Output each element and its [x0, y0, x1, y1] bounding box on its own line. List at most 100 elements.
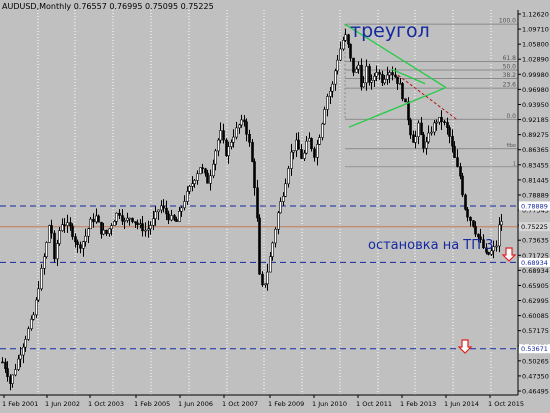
- candle-body: [284, 183, 287, 197]
- candle-body: [313, 148, 316, 158]
- candle-body: [303, 152, 306, 159]
- candle-body: [464, 194, 467, 210]
- time-tick-label: 1 Jun 2014: [444, 400, 479, 408]
- price-tick-label: 0.99980: [522, 71, 549, 79]
- candle-body: [373, 75, 376, 81]
- candle-body: [342, 40, 345, 50]
- candle-body: [217, 139, 220, 152]
- candle-body: [433, 122, 436, 133]
- candle-body: [243, 119, 246, 123]
- candle-body: [193, 180, 196, 184]
- candle-body: [344, 34, 347, 41]
- candle-body: [4, 361, 7, 369]
- fibo-extension-label: 1: [513, 161, 516, 167]
- candle-body: [53, 232, 56, 260]
- time-tick-label: 1 Oct 2003: [88, 400, 124, 408]
- candle-body: [40, 268, 43, 290]
- candle-body: [279, 201, 282, 214]
- candle-body: [113, 221, 116, 226]
- candle-body: [219, 130, 222, 141]
- candle-body: [183, 201, 186, 209]
- candle-body: [310, 138, 313, 150]
- price-tick-label: 0.73635: [522, 237, 549, 245]
- candle-body: [225, 139, 228, 156]
- candle-body: [461, 175, 464, 196]
- candle-body: [110, 225, 113, 230]
- triangle-annotation: треугол: [350, 20, 430, 42]
- candle-body: [407, 101, 410, 121]
- candle-body: [495, 245, 498, 248]
- candle-body: [282, 195, 285, 202]
- candle-body: [186, 191, 189, 202]
- price-tick-label: 1.02890: [522, 56, 549, 64]
- candle-body: [443, 121, 446, 123]
- candle-body: [318, 137, 321, 145]
- price-tick-label: 0.93950: [522, 101, 549, 109]
- candle-body: [100, 221, 103, 235]
- price-tick-label: 0.89275: [522, 131, 549, 139]
- candle-body: [248, 133, 251, 143]
- price-tick-label: 0.86365: [522, 146, 549, 154]
- candle-body: [118, 212, 121, 216]
- candle-body: [420, 122, 423, 136]
- candle-body: [253, 161, 256, 189]
- candle-body: [214, 150, 217, 165]
- candle-body: [316, 144, 319, 158]
- candle-body: [84, 235, 87, 242]
- candle-body: [24, 339, 27, 348]
- price-tick-label: 0.46495: [522, 388, 549, 396]
- candle-body: [269, 256, 272, 273]
- candle-body: [50, 225, 53, 234]
- candle-body: [329, 90, 332, 97]
- time-tick-label: 1 Feb 2001: [2, 400, 38, 408]
- candle-body: [141, 223, 144, 232]
- time-tick-label: 1 Oct 2011: [356, 400, 392, 408]
- candle-body: [147, 228, 150, 231]
- candle-body: [401, 83, 404, 100]
- candle-body: [173, 215, 176, 220]
- candle-body: [251, 142, 254, 162]
- candle-body: [115, 212, 118, 222]
- candle-body: [258, 217, 261, 275]
- candle-body: [498, 224, 501, 247]
- candle-body: [362, 82, 365, 88]
- candle-body: [388, 72, 391, 76]
- candle-body: [435, 121, 438, 124]
- price-chart[interactable]: 100.0 61.8 50.038.2 23.6 0.0 fibo 1 1.12620 1.09…: [0, 0, 550, 413]
- candle-body: [144, 229, 147, 232]
- time-tick-label: 1 Feb 2009: [268, 400, 304, 408]
- candle-body: [63, 224, 66, 226]
- candle-body: [154, 211, 157, 219]
- candle-body: [414, 136, 417, 143]
- fibo-level-label: 50.0: [503, 64, 517, 71]
- candle-body: [331, 83, 334, 92]
- candle-body: [271, 242, 274, 257]
- candle-body: [321, 123, 324, 138]
- candle-body: [37, 288, 40, 301]
- candle-body: [126, 217, 129, 221]
- fibo-level-label: 0.0: [506, 113, 516, 120]
- candle-body: [35, 299, 38, 316]
- candle-body: [95, 215, 98, 223]
- level-price-label: 0.78889: [521, 202, 548, 210]
- candle-body: [425, 141, 428, 149]
- candle-body: [404, 98, 407, 103]
- candle-body: [227, 146, 230, 156]
- price-tick-label: 0.81445: [522, 176, 549, 184]
- candle-body: [472, 220, 475, 227]
- candle-body: [456, 157, 459, 167]
- candle-body: [339, 48, 342, 61]
- candle-body: [87, 228, 90, 237]
- price-tick-label: 1.12620: [522, 11, 549, 19]
- candle-body: [204, 168, 207, 174]
- candle-body: [266, 271, 269, 285]
- candle-body: [466, 209, 469, 218]
- candle-body: [167, 213, 170, 221]
- candle-body: [245, 121, 248, 135]
- price-tick-label: 0.78889: [522, 191, 549, 199]
- time-tick-label: 1 Jun 2010: [312, 400, 347, 408]
- time-tick-label: 1 Feb 2013: [400, 400, 436, 408]
- candle-body: [440, 117, 443, 122]
- candle-body: [451, 136, 454, 147]
- candle-body: [139, 223, 142, 226]
